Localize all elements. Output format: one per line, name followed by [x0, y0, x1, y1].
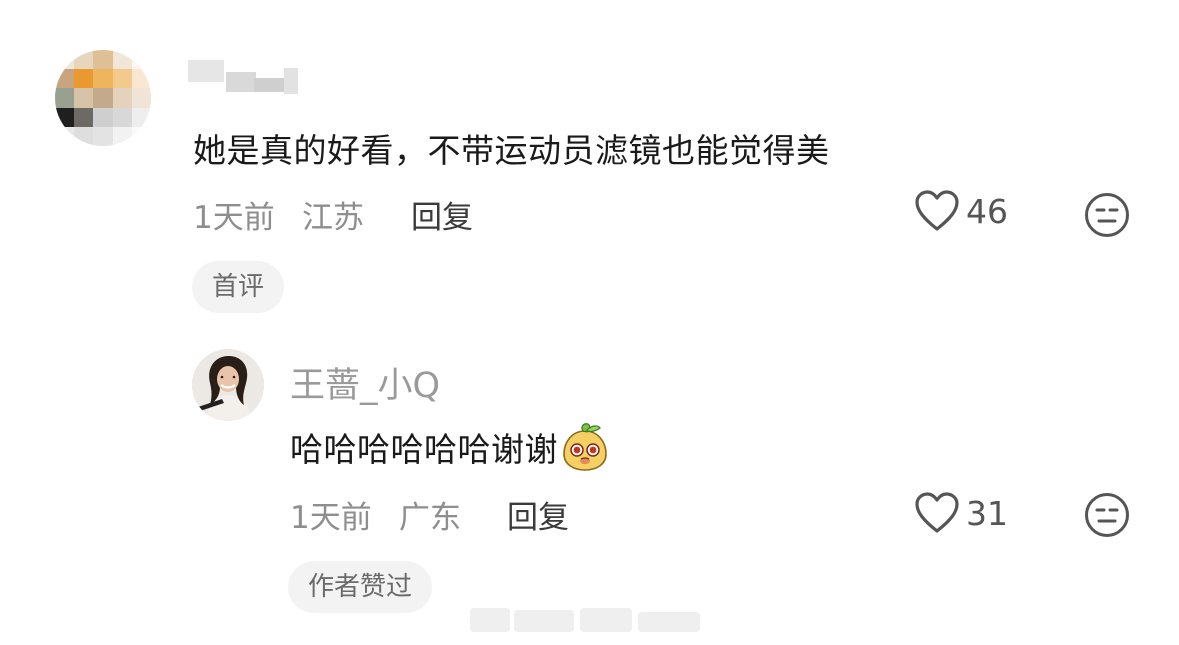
- reply-text-row: 哈哈哈哈哈哈谢谢: [290, 422, 610, 472]
- avatar-portrait-image: [192, 349, 264, 421]
- reply-time: 1天前: [290, 500, 372, 536]
- commenter-avatar[interactable]: [55, 50, 151, 146]
- author-liked-badge: 作者赞过: [288, 561, 433, 613]
- heart-outline-icon: [915, 492, 959, 533]
- reply-reply-button[interactable]: 回复: [507, 492, 569, 537]
- reply-like-button[interactable]: 31: [914, 492, 1008, 534]
- comment-location: 江苏: [302, 200, 364, 236]
- neutral-face-icon[interactable]: [1084, 492, 1130, 538]
- watermark: [470, 602, 710, 636]
- reply-location: 广东: [399, 500, 461, 536]
- reply-author-name[interactable]: 王蔷_小Q: [290, 357, 440, 408]
- reply-button[interactable]: 回复: [411, 192, 473, 237]
- cute-mango-face-emoji: [563, 423, 607, 471]
- comment-text: 她是真的好看，不带运动员滤镜也能觉得美: [193, 131, 830, 170]
- commenter-name-blurred[interactable]: [188, 58, 308, 98]
- like-count: 46: [966, 191, 1008, 231]
- reply-like-count: 31: [966, 493, 1008, 533]
- reply-author-avatar[interactable]: [192, 349, 264, 421]
- first-comment-badge: 首评: [192, 261, 285, 313]
- neutral-face-icon[interactable]: [1084, 192, 1130, 238]
- like-button[interactable]: 46: [914, 190, 1008, 232]
- reply-text: 哈哈哈哈哈哈谢谢: [290, 430, 558, 469]
- comment-time: 1天前: [193, 200, 275, 236]
- heart-outline-icon: [915, 190, 959, 231]
